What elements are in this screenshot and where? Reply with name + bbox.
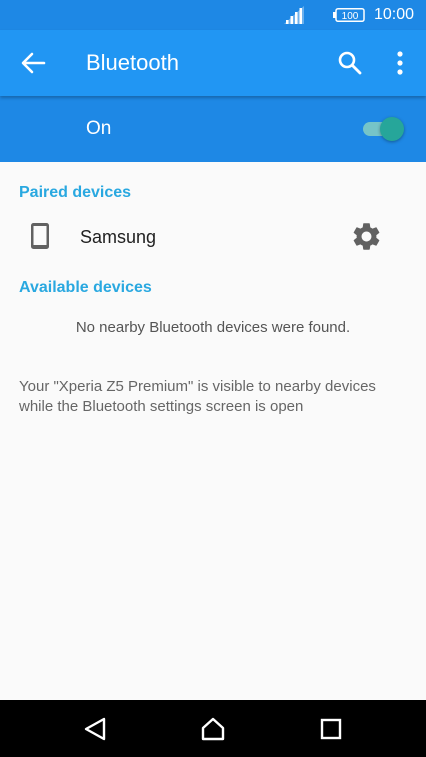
switch-label: On bbox=[86, 118, 112, 139]
paired-device-row[interactable]: Samsung bbox=[0, 208, 426, 264]
nav-back-icon[interactable] bbox=[82, 716, 108, 742]
bluetooth-toggle[interactable] bbox=[361, 117, 405, 141]
toggle-thumb bbox=[380, 117, 404, 141]
no-devices-message: No nearby Bluetooth devices were found. bbox=[75, 319, 351, 336]
signal-strength-icon bbox=[284, 6, 304, 24]
more-vert-icon[interactable] bbox=[390, 50, 410, 76]
status-time: 10:00 bbox=[374, 6, 415, 23]
paired-devices-header: Paired devices bbox=[19, 184, 132, 201]
nav-home-icon[interactable] bbox=[200, 716, 226, 742]
visibility-note: Your "Xperia Z5 Premium" is visible to n… bbox=[19, 378, 376, 415]
search-icon[interactable] bbox=[337, 50, 363, 76]
available-devices-header: Available devices bbox=[19, 279, 152, 296]
bluetooth-settings-screen: 100 10:00 Bluetooth On Paired devices Sa… bbox=[0, 0, 426, 757]
nav-recents-icon[interactable] bbox=[318, 716, 344, 742]
paired-device-name: Samsung bbox=[80, 227, 157, 247]
status-bar: 100 10:00 bbox=[0, 0, 426, 30]
app-bar: Bluetooth bbox=[0, 30, 426, 96]
gear-icon[interactable] bbox=[350, 220, 383, 253]
battery-level-text: 100 bbox=[342, 11, 359, 22]
bluetooth-master-switch-bar[interactable]: On bbox=[0, 96, 426, 162]
smartphone-icon bbox=[31, 223, 49, 249]
page-title: Bluetooth bbox=[86, 50, 179, 75]
battery-icon: 100 bbox=[333, 8, 365, 22]
navigation-bar bbox=[0, 700, 426, 757]
back-arrow-icon[interactable] bbox=[20, 51, 46, 75]
